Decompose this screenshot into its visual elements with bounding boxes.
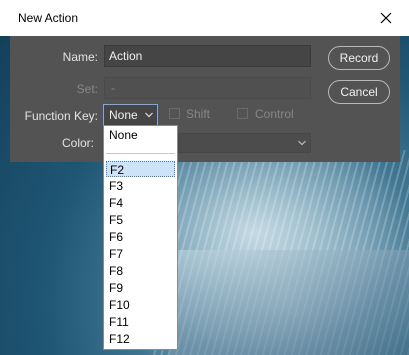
dropdown-divider — [106, 153, 175, 154]
control-label: Control — [255, 107, 294, 121]
window-title: New Action — [18, 11, 79, 25]
chevron-down-icon — [145, 112, 153, 118]
function-key-label: Function Key: — [24, 109, 98, 123]
dropdown-option[interactable]: F4 — [106, 195, 175, 211]
close-icon — [380, 12, 392, 24]
shift-checkbox[interactable] — [169, 108, 180, 119]
color-select[interactable] — [178, 133, 311, 153]
background-image-detail — [170, 250, 409, 355]
dropdown-option[interactable]: F6 — [106, 229, 175, 245]
function-key-value: None — [109, 108, 138, 122]
record-button[interactable]: Record — [328, 46, 390, 70]
dropdown-option[interactable]: F12 — [106, 331, 175, 347]
dropdown-option[interactable]: F8 — [106, 263, 175, 279]
dropdown-option[interactable]: F10 — [106, 297, 175, 313]
dropdown-option[interactable]: F9 — [106, 280, 175, 296]
dropdown-option[interactable]: F2 — [106, 161, 175, 177]
name-label: Name: — [62, 50, 98, 64]
function-key-select[interactable]: None — [103, 104, 158, 126]
function-key-dropdown: None F2 F3 F4 F5 F6 F7 F8 F9 F10 F11 F12 — [103, 125, 178, 350]
cancel-button[interactable]: Cancel — [328, 80, 390, 104]
color-label: Color: — [61, 136, 94, 150]
dropdown-option[interactable]: F11 — [106, 314, 175, 330]
dropdown-option[interactable]: F5 — [106, 212, 175, 228]
set-value: - — [111, 81, 115, 95]
dropdown-option-none[interactable]: None — [106, 127, 175, 143]
chevron-down-icon — [298, 140, 306, 146]
control-checkbox[interactable] — [237, 108, 248, 119]
set-label: Set: — [76, 82, 98, 96]
title-bar: New Action — [0, 0, 409, 36]
set-select: - — [104, 77, 311, 99]
name-input[interactable] — [104, 45, 311, 67]
shift-label: Shift — [186, 107, 211, 121]
dropdown-option[interactable]: F7 — [106, 246, 175, 262]
close-button[interactable] — [373, 6, 399, 30]
dropdown-option[interactable]: F3 — [106, 178, 175, 194]
